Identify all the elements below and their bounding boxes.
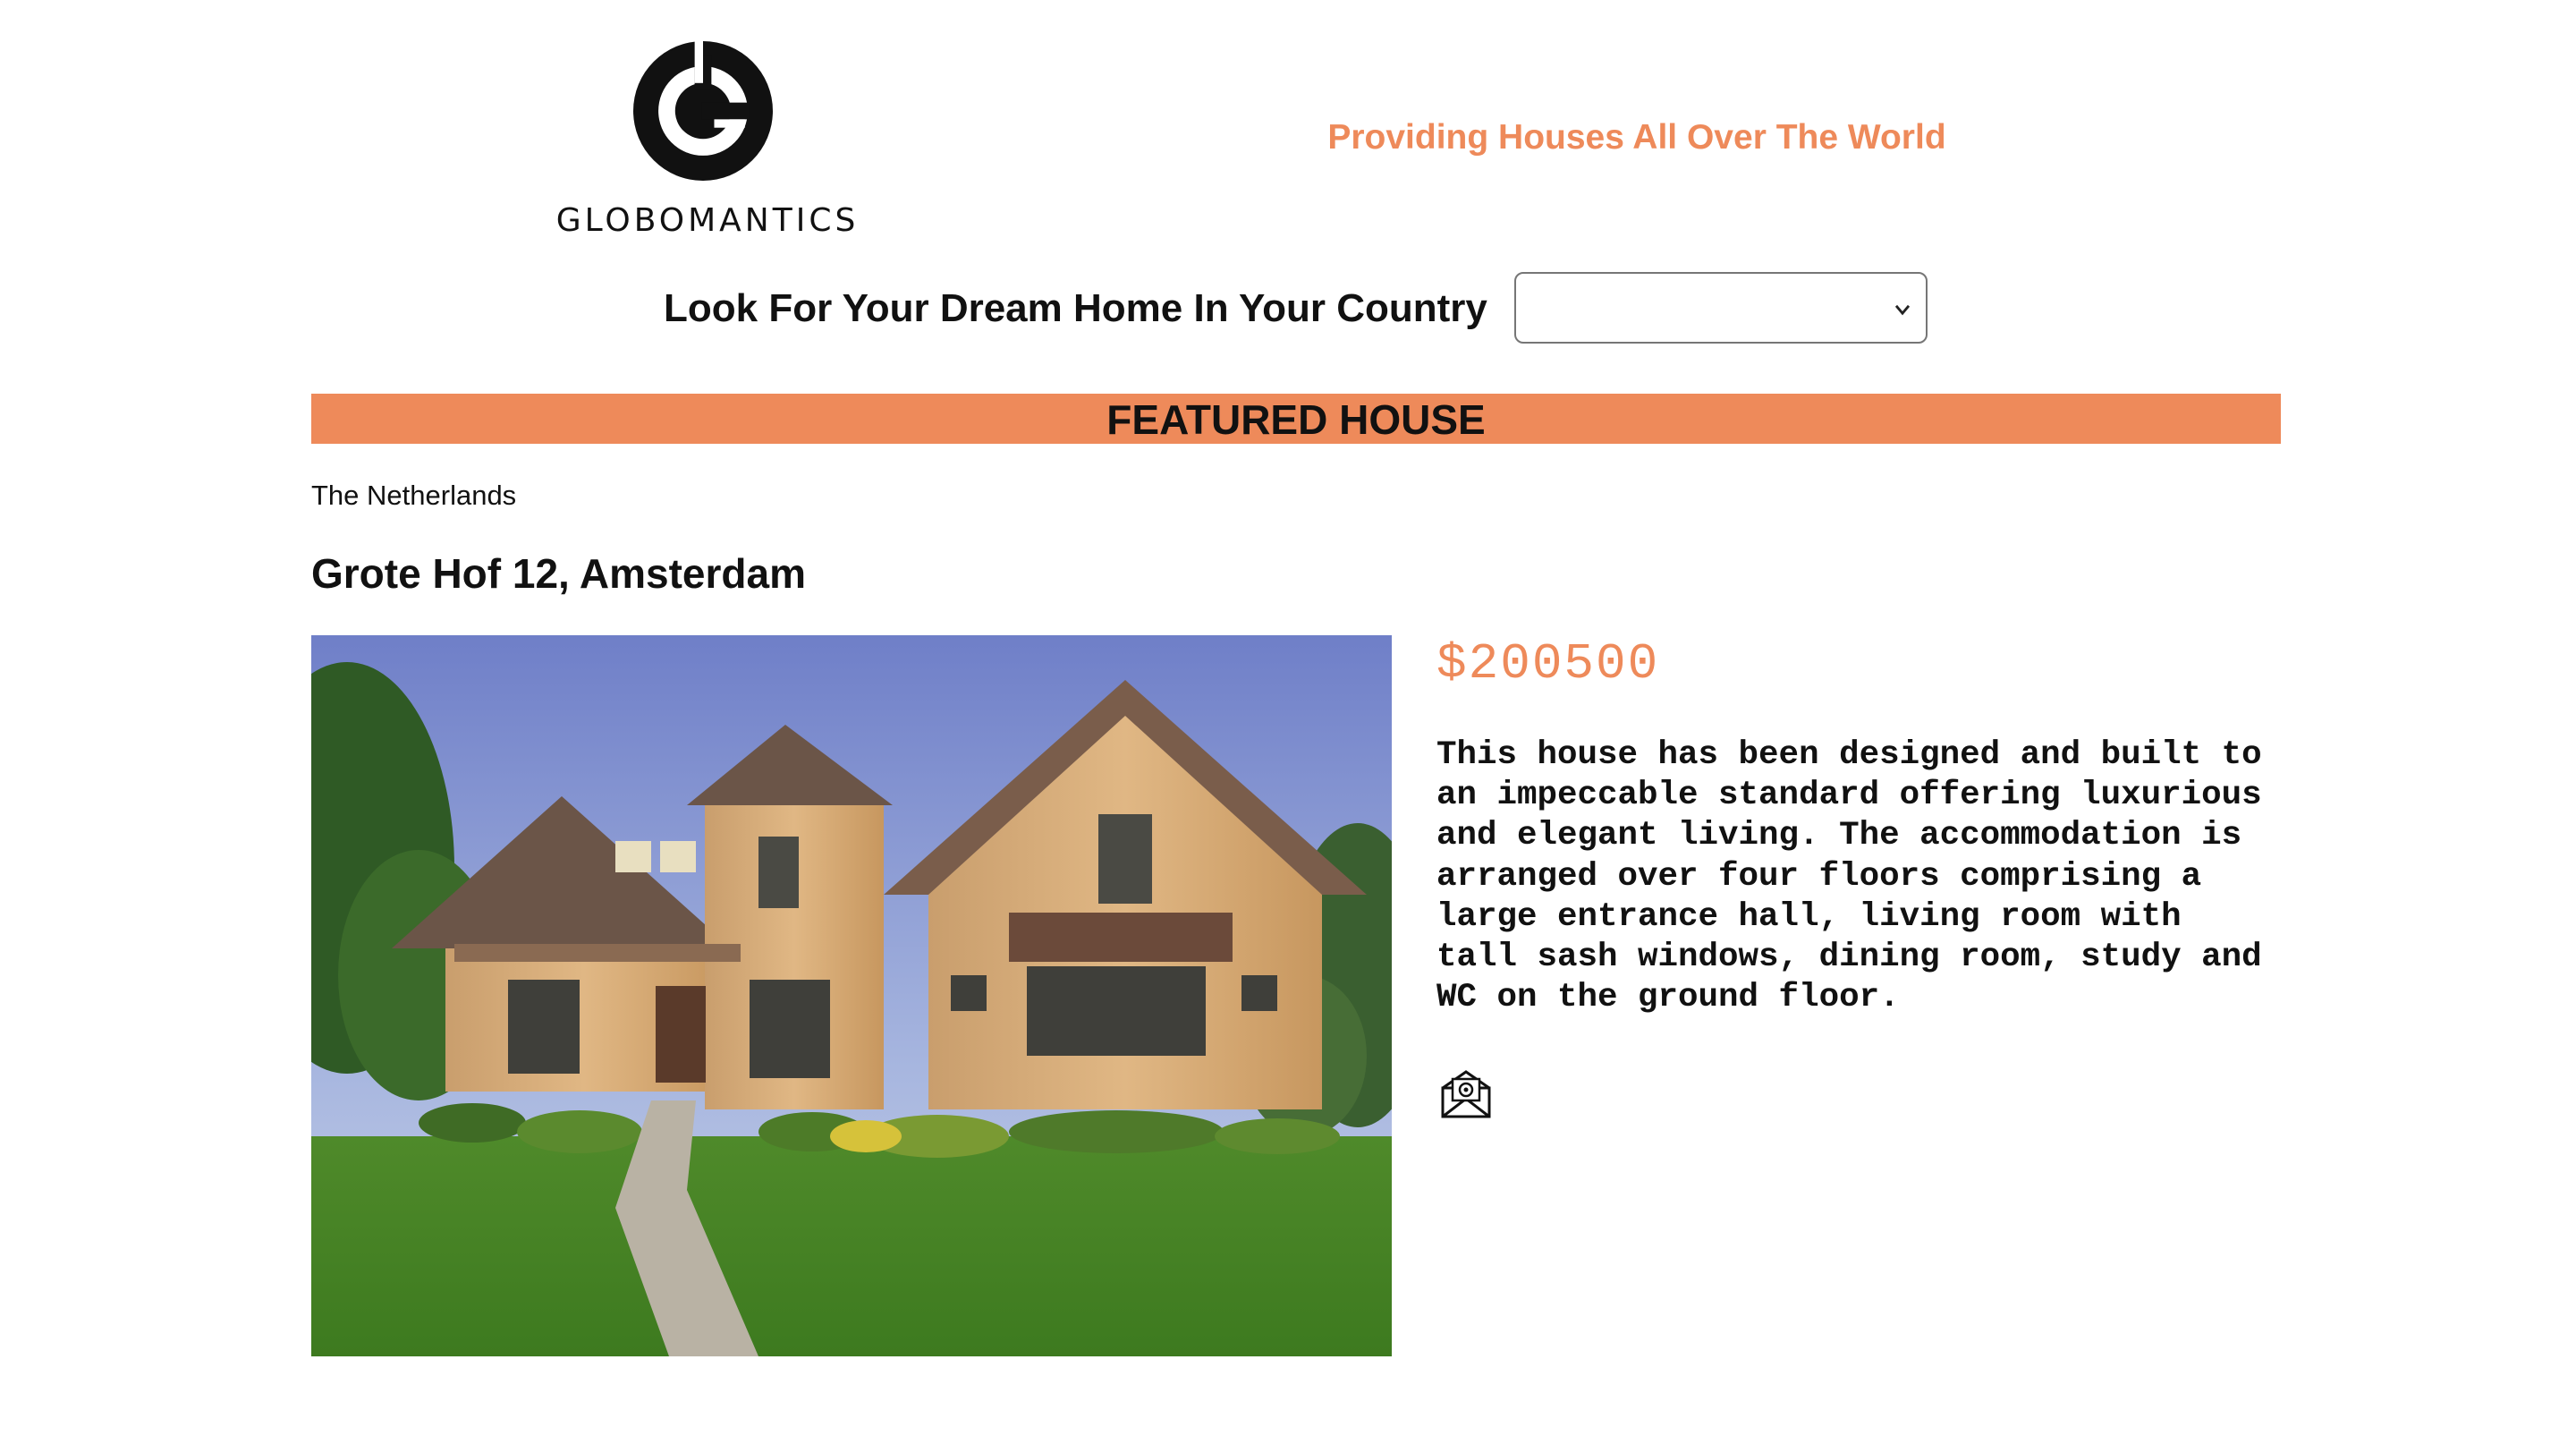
country-select[interactable]: [1514, 272, 1928, 344]
search-label: Look For Your Dream Home In Your Country: [664, 286, 1487, 330]
house-description: This house has been designed and built t…: [1436, 736, 2262, 1017]
featured-house-banner: FEATURED HOUSE: [311, 394, 2281, 444]
email-icon[interactable]: [1440, 1068, 1492, 1120]
house-country: The Netherlands: [311, 480, 517, 511]
company-logo[interactable]: GLOBOMANTICS: [553, 41, 862, 247]
tagline: Providing Houses All Over The World: [1327, 118, 1946, 157]
house-price: $200500: [1436, 635, 1660, 693]
logo-text: GLOBOMANTICS: [555, 202, 860, 239]
chevron-down-icon: [1894, 304, 1911, 316]
house-address: Grote Hof 12, Amsterdam: [311, 550, 806, 597]
globomantics-logo-icon: [633, 41, 773, 181]
country-search: Look For Your Dream Home In Your Country: [626, 268, 1968, 349]
house-photo: [311, 635, 1392, 1356]
